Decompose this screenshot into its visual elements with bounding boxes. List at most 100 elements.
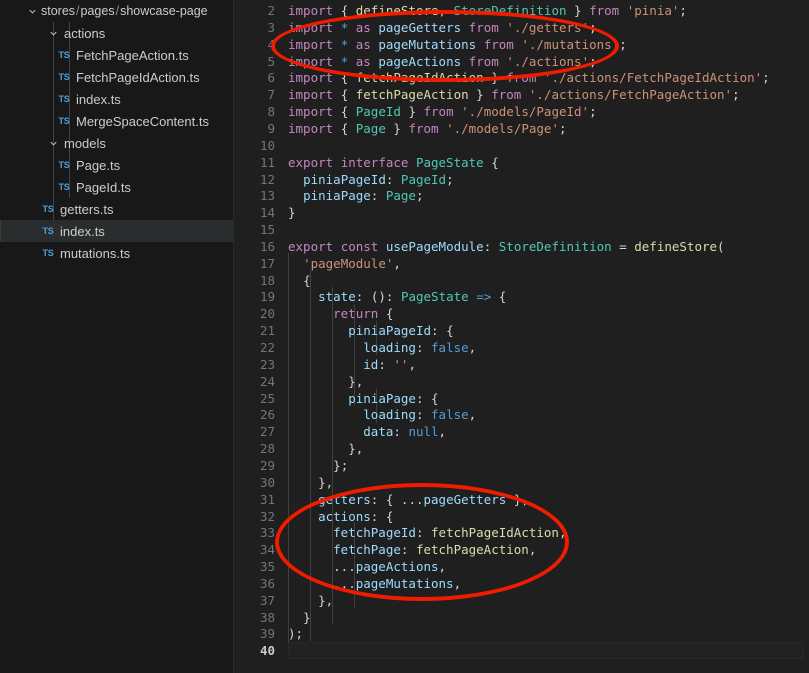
line-content[interactable]: }; [288, 457, 348, 474]
tree-row-file-fetchpageidaction[interactable]: TS FetchPageIdAction.ts [0, 66, 233, 88]
code-editor[interactable]: 2 import { defineStore, StoreDefinition }… [233, 0, 809, 673]
code-line[interactable]: 7 import { fetchPageAction } from './acti… [233, 86, 809, 103]
tree-row-file-actions-index[interactable]: TS index.ts [0, 88, 233, 110]
line-content[interactable]: }, [288, 592, 333, 609]
line-content[interactable]: ...pageActions, [288, 558, 446, 575]
chevron-down-icon[interactable] [45, 28, 61, 39]
line-content[interactable]: loading: false, [288, 406, 476, 423]
line-content[interactable]: export const usePageModule: StoreDefinit… [288, 238, 725, 255]
line-content[interactable]: actions: { [288, 508, 393, 525]
code-line[interactable]: 9 import { Page } from './models/Page'; [233, 120, 809, 137]
line-content[interactable]: fetchPageId: fetchPageIdAction, [288, 524, 566, 541]
line-content[interactable]: loading: false, [288, 339, 476, 356]
line-number: 19 [259, 289, 275, 305]
line-number: 30 [259, 474, 275, 490]
code-line[interactable]: 25 piniaPage: { [233, 390, 809, 407]
line-content[interactable]: import * as pageMutations from './mutati… [288, 36, 627, 53]
code-line[interactable]: 26 loading: false, [233, 406, 809, 423]
tree-row-folder-actions[interactable]: actions [0, 22, 233, 44]
line-content[interactable]: import { fetchPageIdAction } from './act… [288, 69, 770, 86]
line-number: 35 [259, 559, 275, 575]
code-line[interactable]: 14} [233, 204, 809, 221]
line-number: 40 [259, 643, 275, 659]
code-line[interactable]: 17 'pageModule', [233, 255, 809, 272]
code-line[interactable]: 23 id: '', [233, 356, 809, 373]
line-content[interactable]: }, [288, 474, 333, 491]
line-content[interactable]: import { fetchPageAction } from './actio… [288, 86, 740, 103]
code-line[interactable]: 3 import * as pageGetters from './getters… [233, 19, 809, 36]
line-content[interactable]: import * as pageGetters from './getters'… [288, 19, 597, 36]
line-content[interactable]: ...pageMutations, [288, 575, 461, 592]
code-line[interactable]: 19 state: (): PageState => { [233, 288, 809, 305]
line-content[interactable]: data: null, [288, 423, 446, 440]
code-line[interactable]: 12 piniaPageId: PageId; [233, 171, 809, 188]
line-number: 21 [259, 323, 275, 339]
line-content[interactable]: ); [288, 625, 303, 642]
code-line[interactable]: 37 }, [233, 592, 809, 609]
line-content[interactable]: 'pageModule', [288, 255, 401, 272]
code-line[interactable]: 39); [233, 625, 809, 642]
code-line[interactable]: 31 getters: { ...pageGetters }, [233, 491, 809, 508]
code-line[interactable]: 5 import * as pageActions from './actions… [233, 53, 809, 70]
line-content[interactable]: return { [288, 305, 393, 322]
line-content[interactable]: }, [288, 373, 363, 390]
code-line[interactable]: 28 }, [233, 440, 809, 457]
tree-row-file-mutations[interactable]: TS mutations.ts [0, 242, 233, 264]
code-line[interactable]: 36 ...pageMutations, [233, 575, 809, 592]
code-line[interactable]: 2 import { defineStore, StoreDefinition }… [233, 2, 809, 19]
code-line[interactable]: 24 }, [233, 373, 809, 390]
code-line[interactable]: 16 export const usePageModule: StoreDefin… [233, 238, 809, 255]
tree-row-root[interactable]: stores/pages/showcase-page [0, 0, 233, 22]
line-content[interactable]: state: (): PageState => { [288, 288, 506, 305]
line-content[interactable]: }, [288, 440, 363, 457]
line-content[interactable]: export interface PageState { [288, 154, 499, 171]
line-content[interactable]: { [288, 272, 311, 289]
code-lines[interactable]: 2 import { defineStore, StoreDefinition }… [233, 0, 809, 673]
line-content[interactable]: } [288, 204, 296, 221]
line-content[interactable]: piniaPageId: PageId; [288, 171, 454, 188]
code-line[interactable]: 27 data: null, [233, 423, 809, 440]
line-content[interactable]: piniaPage: Page; [288, 187, 423, 204]
code-line[interactable]: 40 [233, 642, 809, 659]
line-content[interactable]: id: '', [288, 356, 416, 373]
code-line[interactable]: 30 }, [233, 474, 809, 491]
line-content[interactable]: piniaPageId: { [288, 322, 453, 339]
line-content[interactable]: fetchPage: fetchPageAction, [288, 541, 536, 558]
code-line[interactable]: 15 [233, 221, 809, 238]
line-content[interactable]: import * as pageActions from './actions'… [288, 53, 597, 70]
line-content[interactable]: } [288, 609, 311, 626]
code-line[interactable]: 4 import * as pageMutations from './mutat… [233, 36, 809, 53]
chevron-down-icon[interactable] [24, 6, 40, 17]
code-line[interactable]: 8 import { PageId } from './models/PageId… [233, 103, 809, 120]
tree-row-file-fetchpageaction[interactable]: TS FetchPageAction.ts [0, 44, 233, 66]
chevron-down-icon[interactable] [45, 138, 61, 149]
line-number: 17 [259, 255, 275, 271]
line-content[interactable]: import { Page } from './models/Page'; [288, 120, 567, 137]
line-content[interactable]: piniaPage: { [288, 390, 438, 407]
line-content[interactable]: getters: { ...pageGetters }, [288, 491, 529, 508]
line-content[interactable]: import { PageId } from './models/PageId'… [288, 103, 597, 120]
tree-row-file-pageid[interactable]: TS PageId.ts [0, 176, 233, 198]
tree-row-file-mergespacecontent[interactable]: TS MergeSpaceContent.ts [0, 110, 233, 132]
tree-row-file-getters[interactable]: TS getters.ts [0, 198, 233, 220]
tree-row-file-page[interactable]: TS Page.ts [0, 154, 233, 176]
code-line[interactable]: 22 loading: false, [233, 339, 809, 356]
line-number: 33 [259, 525, 275, 541]
code-line[interactable]: 35 ...pageActions, [233, 558, 809, 575]
code-line[interactable]: 18 { [233, 272, 809, 289]
code-line[interactable]: 11 export interface PageState { [233, 154, 809, 171]
ts-file-icon: TS [42, 204, 54, 214]
code-line[interactable]: 21 piniaPageId: { [233, 322, 809, 339]
code-line[interactable]: 13 piniaPage: Page; [233, 187, 809, 204]
code-line[interactable]: 34 fetchPage: fetchPageAction, [233, 541, 809, 558]
code-line[interactable]: 6 import { fetchPageIdAction } from './ac… [233, 69, 809, 86]
code-line[interactable]: 20 return { [233, 305, 809, 322]
code-line[interactable]: 38 } [233, 609, 809, 626]
code-line[interactable]: 10 [233, 137, 809, 154]
line-content[interactable]: import { defineStore, StoreDefinition } … [288, 2, 687, 19]
tree-row-file-index-selected[interactable]: TS index.ts [0, 220, 233, 242]
tree-row-folder-models[interactable]: models [0, 132, 233, 154]
code-line[interactable]: 29 }; [233, 457, 809, 474]
code-line[interactable]: 33 fetchPageId: fetchPageIdAction, [233, 524, 809, 541]
code-line[interactable]: 32 actions: { [233, 508, 809, 525]
